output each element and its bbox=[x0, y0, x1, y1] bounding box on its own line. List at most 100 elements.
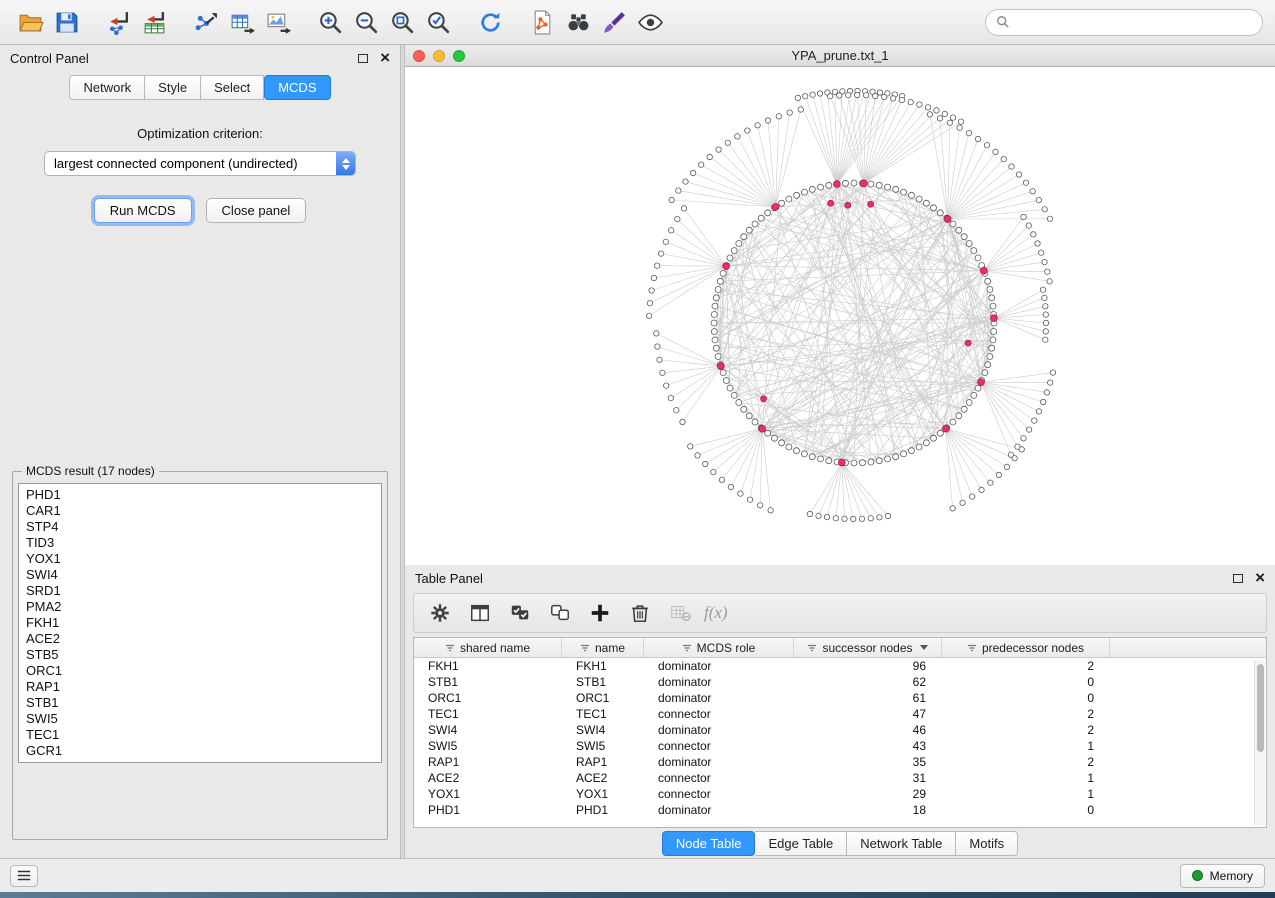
main-area: Control Panel × Network Style Select MCD… bbox=[0, 45, 1275, 858]
zoom-out-button[interactable] bbox=[348, 4, 384, 40]
tab-network[interactable]: Network bbox=[69, 75, 145, 100]
network-graph[interactable] bbox=[405, 67, 1275, 565]
tab-select[interactable]: Select bbox=[201, 75, 264, 100]
mcds-result-item[interactable]: STB1 bbox=[26, 695, 374, 711]
table-row[interactable]: ACE2ACE2connector311 bbox=[414, 770, 1266, 786]
import-table-button[interactable] bbox=[136, 4, 172, 40]
tab-edge-table[interactable]: Edge Table bbox=[755, 831, 847, 856]
mcds-result-item[interactable]: TID3 bbox=[26, 535, 374, 551]
table-row[interactable]: FKH1FKH1dominator962 bbox=[414, 658, 1266, 674]
find-button[interactable] bbox=[560, 4, 596, 40]
table-cell: 1 bbox=[942, 771, 1110, 785]
import-table-icon bbox=[141, 9, 168, 36]
open-session-button[interactable] bbox=[12, 4, 48, 40]
tab-mcds[interactable]: MCDS bbox=[264, 75, 330, 100]
table-cell: STB1 bbox=[562, 675, 644, 689]
export-image-button[interactable] bbox=[260, 4, 296, 40]
zoom-selected-button[interactable] bbox=[420, 4, 456, 40]
column-header-predecessor-nodes[interactable]: predecessor nodes bbox=[942, 638, 1110, 657]
zoom-fit-button[interactable] bbox=[384, 4, 420, 40]
table-cell: 18 bbox=[794, 803, 942, 817]
style-button[interactable] bbox=[596, 4, 632, 40]
table-row[interactable]: YOX1YOX1connector291 bbox=[414, 786, 1266, 802]
column-header-shared-name[interactable]: shared name bbox=[414, 638, 562, 657]
mcds-result-item[interactable]: SRD1 bbox=[26, 583, 374, 599]
column-header-successor-nodes[interactable]: successor nodes bbox=[794, 638, 942, 657]
control-panel-title: Control Panel bbox=[10, 51, 89, 66]
column-header-mcds-role[interactable]: MCDS role bbox=[644, 638, 794, 657]
mcds-result-item[interactable]: RAP1 bbox=[26, 679, 374, 695]
tab-node-table[interactable]: Node Table bbox=[662, 831, 756, 856]
mcds-result-item[interactable]: SWI4 bbox=[26, 567, 374, 583]
mcds-result-item[interactable]: YOX1 bbox=[26, 551, 374, 567]
memory-button[interactable]: Memory bbox=[1180, 864, 1265, 888]
column-header-name[interactable]: name bbox=[562, 638, 644, 657]
mcds-result-item[interactable]: FKH1 bbox=[26, 615, 374, 631]
clone-network-button[interactable] bbox=[524, 4, 560, 40]
apply-layout-button[interactable] bbox=[472, 4, 508, 40]
mcds-result-item[interactable]: STB5 bbox=[26, 647, 374, 663]
table-row[interactable]: ORC1ORC1dominator610 bbox=[414, 690, 1266, 706]
table-cell: ORC1 bbox=[562, 691, 644, 705]
float-table-panel-icon[interactable] bbox=[1233, 574, 1243, 583]
mcds-result-item[interactable]: GCR1 bbox=[26, 743, 374, 759]
tab-style[interactable]: Style bbox=[145, 75, 201, 100]
save-icon bbox=[53, 9, 80, 36]
table-cell: dominator bbox=[644, 691, 794, 705]
optimization-select[interactable]: largest connected component (undirected) bbox=[44, 151, 356, 176]
table-cell: 2 bbox=[942, 723, 1110, 737]
select-all-columns-button[interactable] bbox=[504, 597, 536, 629]
add-column-button[interactable] bbox=[584, 597, 616, 629]
tab-motifs[interactable]: Motifs bbox=[956, 831, 1018, 856]
table-cell: RAP1 bbox=[414, 755, 562, 769]
mcds-result-item[interactable]: PMA2 bbox=[26, 599, 374, 615]
table-scrollbar-thumb[interactable] bbox=[1257, 664, 1264, 752]
table-cell: connector bbox=[644, 739, 794, 753]
table-cell: 96 bbox=[794, 659, 942, 673]
import-network-button[interactable] bbox=[100, 4, 136, 40]
delete-column-button[interactable] bbox=[624, 597, 656, 629]
search-input[interactable] bbox=[1016, 15, 1252, 30]
mcds-result-item[interactable]: ORC1 bbox=[26, 663, 374, 679]
status-menu-button[interactable] bbox=[10, 865, 38, 887]
close-window-icon[interactable] bbox=[413, 50, 425, 62]
table-settings-button[interactable] bbox=[424, 597, 456, 629]
table-scrollbar-track[interactable] bbox=[1254, 660, 1265, 825]
table-row[interactable]: RAP1RAP1dominator352 bbox=[414, 754, 1266, 770]
zoom-in-button[interactable] bbox=[312, 4, 348, 40]
table-row[interactable]: TEC1TEC1connector472 bbox=[414, 706, 1266, 722]
show-graphics-button[interactable] bbox=[632, 4, 668, 40]
mcds-result-item[interactable]: SWI5 bbox=[26, 711, 374, 727]
table-row[interactable]: SWI4SWI4dominator462 bbox=[414, 722, 1266, 738]
cytoscape-app: Control Panel × Network Style Select MCD… bbox=[0, 0, 1275, 892]
mcds-result-item[interactable]: CAR1 bbox=[26, 503, 374, 519]
table-cell: RAP1 bbox=[562, 755, 644, 769]
save-session-button[interactable] bbox=[48, 4, 84, 40]
export-network-button[interactable] bbox=[188, 4, 224, 40]
maximize-window-icon[interactable] bbox=[453, 50, 465, 62]
table-row[interactable]: STB1STB1dominator620 bbox=[414, 674, 1266, 690]
export-table-button[interactable] bbox=[224, 4, 260, 40]
eye-icon bbox=[637, 9, 664, 36]
close-panel-button[interactable]: Close panel bbox=[206, 198, 307, 223]
unselect-all-columns-button[interactable] bbox=[544, 597, 576, 629]
network-canvas[interactable] bbox=[405, 67, 1275, 565]
minimize-window-icon[interactable] bbox=[433, 50, 445, 62]
mcds-result-list[interactable]: PHD1CAR1STP4TID3YOX1SWI4SRD1PMA2FKH1ACE2… bbox=[18, 483, 382, 763]
run-mcds-button[interactable]: Run MCDS bbox=[94, 198, 192, 223]
close-table-panel-icon[interactable]: × bbox=[1255, 572, 1265, 584]
table-row[interactable]: PHD1PHD1dominator180 bbox=[414, 802, 1266, 818]
close-panel-icon[interactable]: × bbox=[380, 52, 390, 64]
table-cell: SWI5 bbox=[562, 739, 644, 753]
list-menu-icon bbox=[16, 869, 32, 882]
mcds-result-item[interactable]: TEC1 bbox=[26, 727, 374, 743]
mcds-result-item[interactable]: STP4 bbox=[26, 519, 374, 535]
function-builder-button[interactable]: f(x) bbox=[704, 597, 728, 629]
search-box[interactable] bbox=[985, 9, 1263, 36]
tab-network-table[interactable]: Network Table bbox=[847, 831, 956, 856]
table-row[interactable]: SWI5SWI5connector431 bbox=[414, 738, 1266, 754]
mcds-result-item[interactable]: PHD1 bbox=[26, 487, 374, 503]
show-columns-button[interactable] bbox=[464, 597, 496, 629]
float-panel-icon[interactable] bbox=[358, 54, 368, 63]
mcds-result-item[interactable]: ACE2 bbox=[26, 631, 374, 647]
